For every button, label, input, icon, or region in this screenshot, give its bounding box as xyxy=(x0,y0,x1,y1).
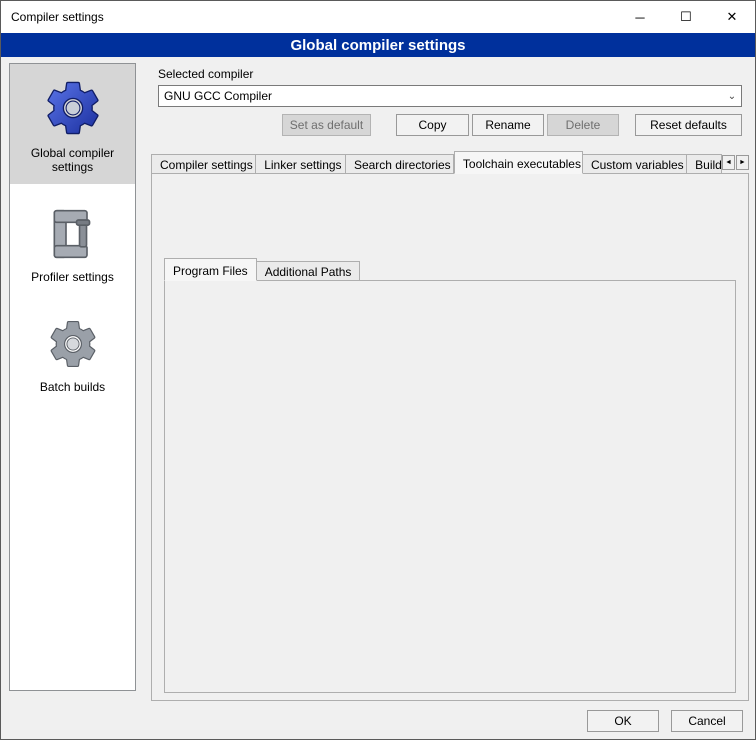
maximize-button[interactable]: ☐ xyxy=(663,1,709,33)
subtab-program-files[interactable]: Program Files xyxy=(164,258,257,281)
tab-linker-settings[interactable]: Linker settings xyxy=(256,154,346,174)
tab-custom-variables[interactable]: Custom variables xyxy=(583,154,687,174)
tab-label: Custom variables xyxy=(591,158,684,172)
tab-label: Linker settings xyxy=(264,158,341,172)
sidebar-item-label: Global compiler settings xyxy=(14,146,131,174)
reset-defaults-button[interactable]: Reset defaults xyxy=(635,114,742,136)
tab-build-options[interactable]: Build xyxy=(687,154,722,174)
delete-button: Delete xyxy=(547,114,619,136)
dialog-banner: Global compiler settings xyxy=(1,33,755,57)
ok-label: OK xyxy=(614,714,631,728)
compiler-select-value: GNU GCC Compiler xyxy=(164,89,272,103)
tab-compiler-settings[interactable]: Compiler settings xyxy=(151,154,256,174)
grey-gear-icon xyxy=(45,316,101,372)
set-as-default-label: Set as default xyxy=(290,118,363,132)
cancel-button[interactable]: Cancel xyxy=(671,710,743,732)
title-bar[interactable]: Compiler settings ─ ☐ ✕ xyxy=(1,1,755,33)
program-files-tab-strip: Program Files Additional Paths xyxy=(164,259,736,281)
rename-button[interactable]: Rename xyxy=(472,114,544,136)
right-arrow-icon: ► xyxy=(739,159,746,166)
compiler-settings-dialog: Compiler settings ─ ☐ ✕ Global compiler … xyxy=(0,0,756,740)
blue-gear-icon xyxy=(41,76,105,140)
sidebar-item-batch-builds[interactable]: Batch builds xyxy=(10,294,135,404)
banner-title: Global compiler settings xyxy=(290,37,465,54)
tab-toolchain-executables[interactable]: Toolchain executables xyxy=(454,151,583,174)
close-icon: ✕ xyxy=(727,9,738,25)
delete-label: Delete xyxy=(566,118,601,132)
cancel-label: Cancel xyxy=(688,714,725,728)
sidebar-item-label: Batch builds xyxy=(14,380,131,394)
left-arrow-icon: ◄ xyxy=(725,159,732,166)
tab-scroll-right-button[interactable]: ► xyxy=(736,155,749,170)
sidebar-item-global-compiler-settings[interactable]: Global compiler settings xyxy=(10,64,135,184)
compiler-select[interactable]: GNU GCC Compiler ⌄ xyxy=(158,85,742,107)
subtab-additional-paths[interactable]: Additional Paths xyxy=(257,261,361,281)
reset-defaults-label: Reset defaults xyxy=(650,118,727,132)
copy-label: Copy xyxy=(418,118,446,132)
program-files-panel xyxy=(164,280,736,693)
window-title: Compiler settings xyxy=(1,10,104,24)
minimize-button[interactable]: ─ xyxy=(617,1,663,33)
settings-category-list: Global compiler settings Profiler settin… xyxy=(9,63,136,691)
minimize-icon: ─ xyxy=(635,10,644,25)
set-as-default-button: Set as default xyxy=(282,114,371,136)
subtab-label: Additional Paths xyxy=(265,265,352,279)
copy-button[interactable]: Copy xyxy=(396,114,469,136)
tab-scroll-left-button[interactable]: ◄ xyxy=(722,155,735,170)
selected-compiler-label: Selected compiler xyxy=(158,67,253,81)
main-tab-strip: Compiler settings Linker settings Search… xyxy=(151,151,749,174)
rename-label: Rename xyxy=(485,118,530,132)
chevron-down-icon: ⌄ xyxy=(723,91,741,102)
tab-label: Search directories xyxy=(354,158,451,172)
close-button[interactable]: ✕ xyxy=(709,1,755,33)
subtab-label: Program Files xyxy=(173,264,248,278)
sidebar-item-profiler-settings[interactable]: Profiler settings xyxy=(10,184,135,294)
maximize-icon: ☐ xyxy=(680,9,692,25)
ok-button[interactable]: OK xyxy=(587,710,659,732)
tab-label: Toolchain executables xyxy=(463,157,581,171)
sidebar-item-label: Profiler settings xyxy=(14,270,131,284)
tab-label: Build xyxy=(695,158,722,172)
clamp-icon xyxy=(45,206,101,262)
tab-label: Compiler settings xyxy=(160,158,253,172)
tab-search-directories[interactable]: Search directories xyxy=(346,154,454,174)
